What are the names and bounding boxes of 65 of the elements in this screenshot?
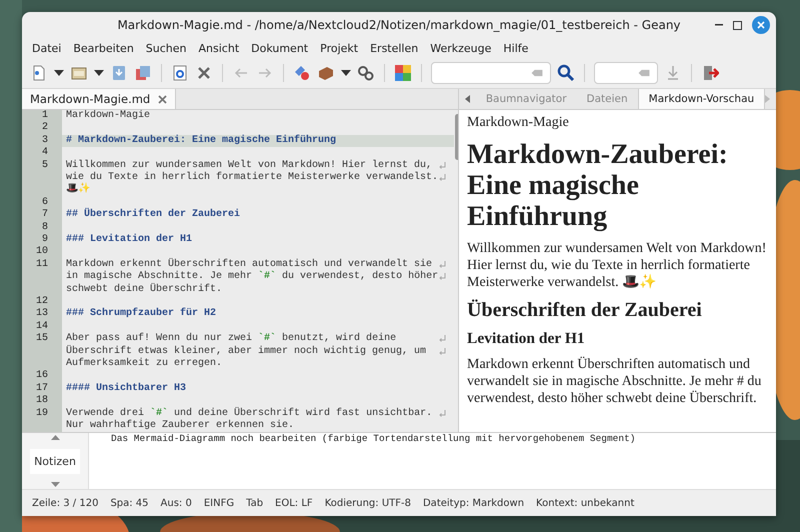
code-line: Willkommen zur wundersamen Welt von Markdown! Hier lernst du,	[66, 160, 432, 172]
code-line: Überschrift etwas kleiner, aber immer noch wichtig genug, um	[66, 346, 426, 358]
line-number: 19	[22, 408, 62, 432]
line-number: 2	[22, 122, 62, 135]
menu-item[interactable]: Dokument	[245, 40, 314, 56]
status-item: Tab	[246, 498, 264, 508]
menu-item[interactable]: Ansicht	[192, 40, 246, 56]
line-number: 9	[22, 234, 62, 246]
preview-heading: Überschriften der Zauberei	[467, 299, 703, 322]
heading-line: ### Levitation der H1	[66, 234, 192, 246]
line-number: 5	[22, 160, 62, 197]
status-item: Spa: 45	[110, 498, 149, 508]
line-number: 3	[22, 134, 62, 148]
status-item: Kontext: unbekannt	[536, 498, 634, 508]
menu-item[interactable]: Hilfe	[497, 40, 534, 56]
preview-paragraph: Markdown erkennt Überschriften automatisch und verwandelt sie in magische Abschnitte. Je mehr # du verwendest, desto höher schwebt deine Überschrift.	[467, 356, 762, 407]
line-number: 8	[22, 222, 62, 234]
heading-line: ### Schrumpfzauber für H2	[66, 308, 216, 321]
menu-item[interactable]: Bearbeiten	[67, 40, 140, 56]
preview-heading: Levitation der H1	[467, 330, 586, 348]
line-number: 18	[22, 395, 62, 408]
status-item: EINFG	[204, 498, 234, 508]
code-line: 🎩✨	[66, 184, 90, 197]
sidebar-tab[interactable]: Markdown-Vorschau	[638, 89, 766, 109]
line-number: 12	[22, 296, 62, 308]
code-line: schwebt deine Überschrift.	[66, 284, 222, 296]
line-number: 16	[22, 370, 62, 383]
line-number: 7	[22, 209, 62, 222]
line-number: 11	[22, 258, 62, 296]
menu-item[interactable]: Werkzeuge	[424, 40, 498, 56]
heading-line: #### Unsichtbarer H3	[66, 382, 186, 396]
menu-item[interactable]: Projekt	[314, 40, 364, 56]
preview-heading: Markdown-Zauberei: Eine magische Einführung	[467, 139, 729, 232]
line-number: 14	[22, 320, 62, 334]
menu-item[interactable]: Suchen	[140, 40, 193, 56]
status-item: EOL: LF	[275, 498, 313, 508]
line-number: 17	[22, 382, 62, 396]
code-line: Aber pass auf! Wenn du nur zwei `#` benutzt, wird deine	[66, 333, 396, 345]
line-number: 15	[22, 333, 62, 370]
line-number: 13	[22, 308, 62, 321]
line-number: 4	[22, 147, 62, 160]
line-number: 1	[22, 110, 62, 122]
code-line: Markdown-Magie	[66, 110, 150, 122]
menu-item[interactable]: Erstellen	[364, 40, 424, 56]
status-item: Aus: 0	[160, 498, 192, 508]
line-number: 10	[22, 246, 62, 259]
code-line: Nur wahrhaftige Zauberer erkennen sie.	[66, 420, 294, 432]
notes-text: Das Mermaid-Diagramm noch bearbeiten (farbige Tortendarstellung mit hervorgehobenem Segment)	[110, 433, 636, 446]
line-number: 6	[22, 196, 62, 210]
file-tab[interactable]: Markdown-Magie.md	[22, 89, 176, 109]
code-line: in magische Abschnitte. Je mehr `#` du verwendest, desto höher	[66, 271, 438, 283]
status-item: Dateityp: Markdown	[422, 498, 524, 508]
window-title: Markdown-Magie.md - /home/a/Nextcloud2/Notizen/markdown_magie/01_testbereich - Geany	[117, 18, 681, 32]
status-item: Zeile: 3 / 120	[32, 498, 98, 508]
heading-line: # Markdown-Zauberei: Eine magische Einführung	[66, 134, 336, 148]
preview-paragraph: Willkommen zur wundersamen Welt von Markdown! Hier lernst du, wie du Texte in herrlich formatierte Meisterwerke verwandelst. 🎩✨	[467, 240, 768, 291]
notes-tab[interactable]: Notizen	[30, 448, 80, 474]
code-line: Markdown erkennt Überschriften automatisch und verwandelt sie	[66, 258, 432, 270]
preview-paragraph: Markdown-Magie	[467, 114, 570, 131]
heading-line: ## Überschriften der Zauberei	[66, 209, 240, 222]
code-line: Aufmerksamkeit zu erregen.	[66, 358, 222, 370]
code-line: wie du Texte in herrlich formatierte Meisterwerke verwandelst.	[66, 172, 438, 184]
menu-item[interactable]: Datei	[26, 40, 68, 56]
code-line: Verwende drei `#` und deine Überschrift wird fast unsichtbar.	[66, 408, 432, 420]
status-item: Kodierung: UTF-8	[324, 498, 411, 508]
